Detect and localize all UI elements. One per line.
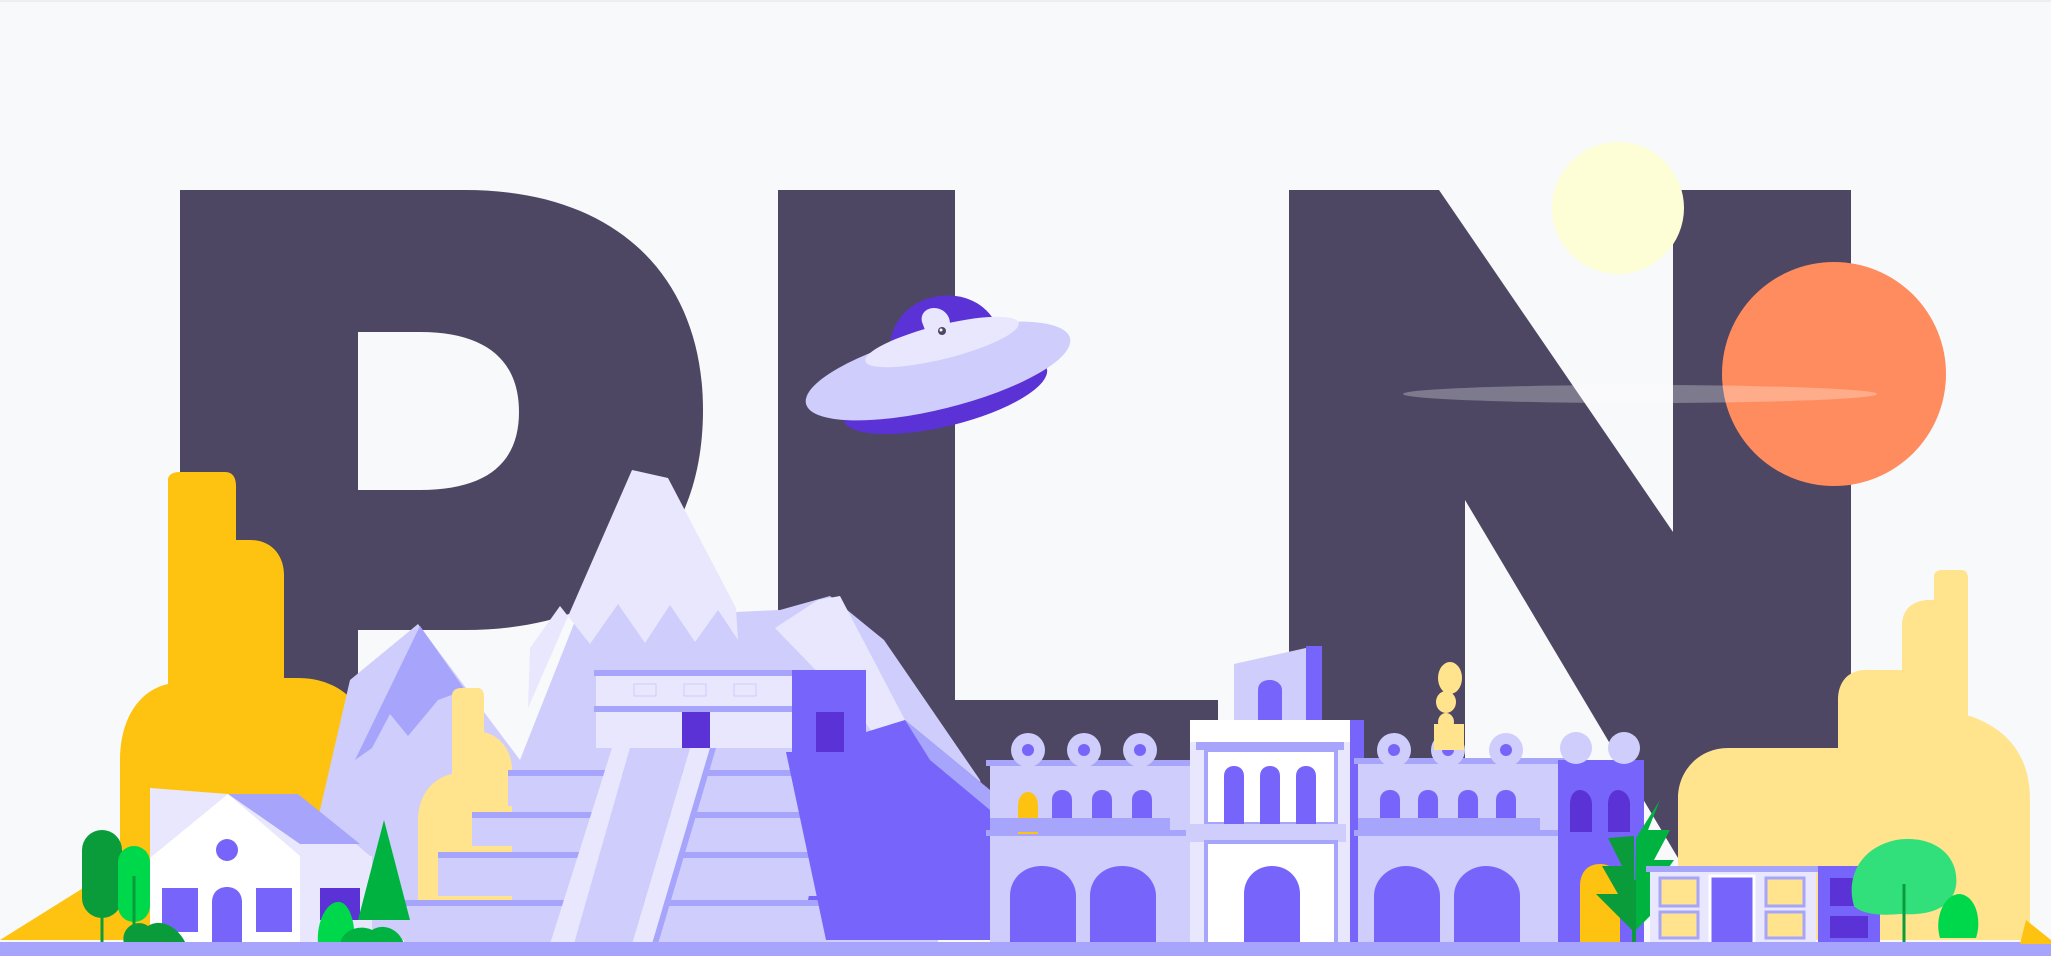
planet-icon (1722, 262, 1946, 486)
city-illustration (0, 0, 2051, 956)
building-left (986, 733, 1196, 944)
house-icon (1646, 866, 1880, 946)
sun-icon (1552, 142, 1684, 274)
ground (0, 942, 2051, 956)
planet-ring (1403, 385, 1877, 403)
